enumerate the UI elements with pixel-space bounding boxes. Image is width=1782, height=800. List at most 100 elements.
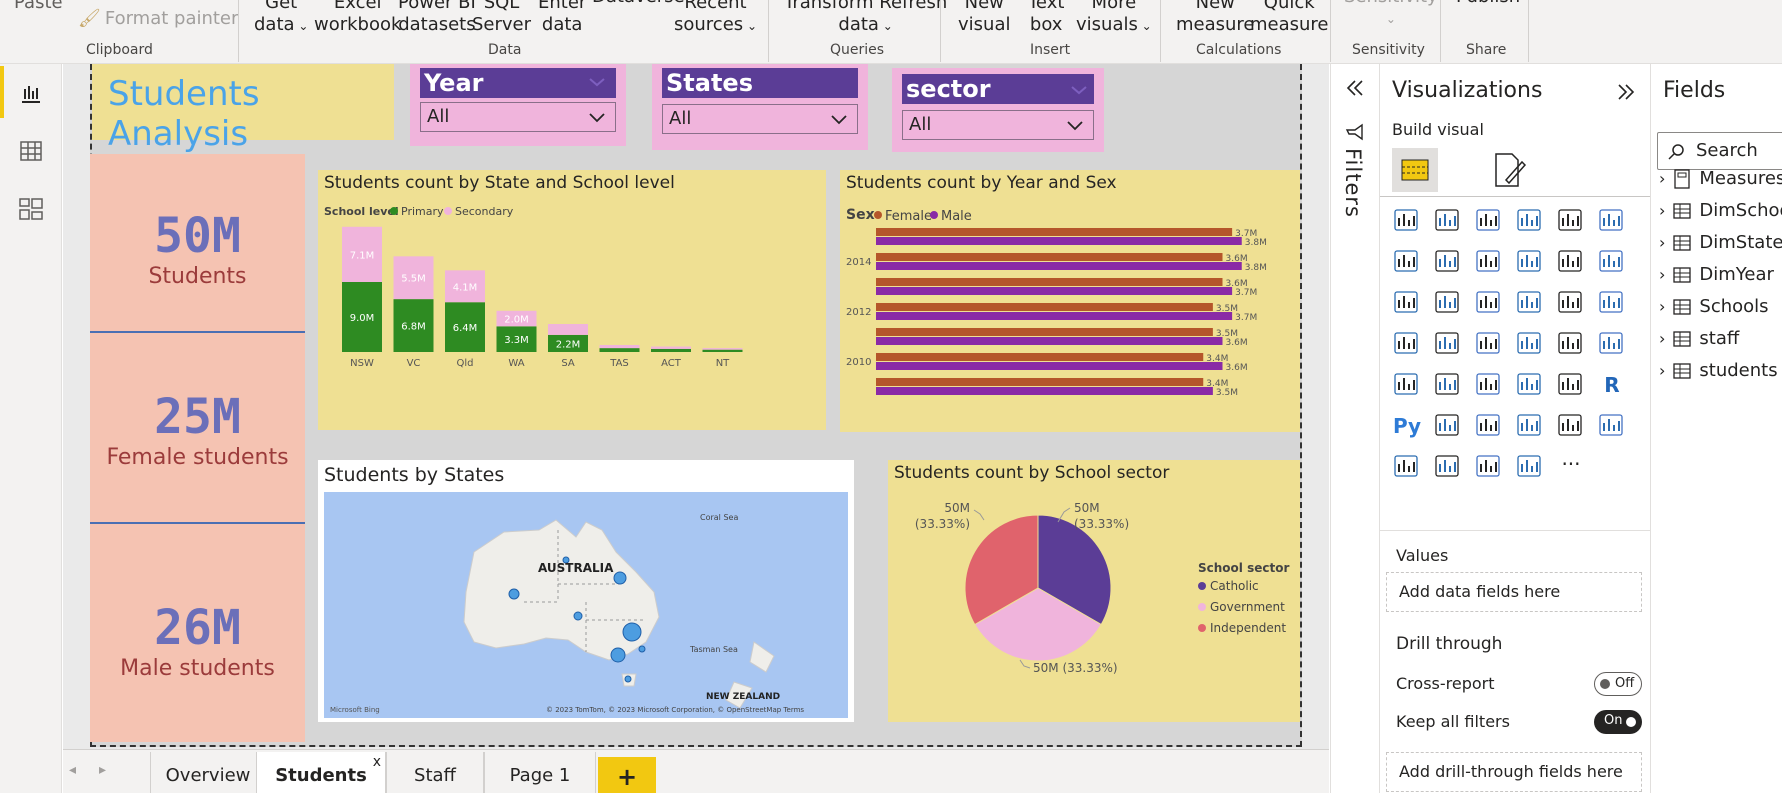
multi-row-card-icon[interactable] — [1392, 370, 1422, 400]
clustered-bar-icon[interactable] — [1474, 206, 1504, 236]
chevron-right-icon[interactable]: › — [1659, 329, 1665, 348]
clustered-column-icon[interactable] — [1515, 206, 1545, 236]
map-canvas[interactable]: AUSTRALIA NEW ZEALAND Coral Sea Tasman S… — [324, 492, 848, 718]
excel-workbook-button[interactable]: Excel workbook — [314, 0, 401, 36]
tab-page-1[interactable]: Page 1 — [484, 752, 596, 793]
shape-map-icon[interactable] — [1474, 329, 1504, 359]
r-visual-icon[interactable]: R — [1597, 370, 1627, 400]
kpi-icon[interactable] — [1433, 370, 1463, 400]
field-table-measures[interactable]: › Measures — [1659, 168, 1782, 189]
field-table-students[interactable]: › students — [1659, 360, 1778, 381]
chart-year-sex[interactable]: Students count by Year and Sex Sex Femal… — [840, 170, 1300, 432]
ribbon-chart-icon[interactable] — [1597, 247, 1627, 277]
kpi-card-female[interactable]: 25M Female students — [90, 333, 305, 522]
chevron-right-icon[interactable]: › — [1659, 169, 1665, 188]
gauge-icon[interactable] — [1556, 329, 1586, 359]
goals-icon[interactable] — [1597, 411, 1627, 441]
chevron-right-icon[interactable]: › — [1659, 297, 1665, 316]
slicer-icon[interactable] — [1474, 370, 1504, 400]
cross-report-toggle[interactable]: Off — [1594, 672, 1642, 696]
more-icon[interactable]: ··· — [1556, 452, 1586, 482]
enter-data-button[interactable]: Enter data — [538, 0, 586, 36]
line-column-icon[interactable] — [1515, 247, 1545, 277]
chevron-right-icon[interactable]: › — [1659, 201, 1665, 220]
fields-search-input[interactable]: Search — [1657, 132, 1782, 170]
power-bi-datasets-button[interactable]: Power BI datasets — [398, 0, 476, 36]
scatter-icon[interactable] — [1474, 288, 1504, 318]
more-visuals-button[interactable]: More visuals ⌄ — [1076, 0, 1152, 37]
slicer-year-dropdown[interactable]: All — [420, 102, 616, 132]
recent-sources-button[interactable]: Recent sources ⌄ — [674, 0, 757, 37]
format-visual-tab[interactable] — [1490, 150, 1530, 194]
stacked-bar-icon[interactable] — [1392, 206, 1422, 236]
pie-icon[interactable] — [1515, 288, 1545, 318]
field-table-staff[interactable]: › staff — [1659, 328, 1739, 349]
card-icon[interactable] — [1597, 329, 1627, 359]
power-automate-icon[interactable] — [1474, 452, 1504, 482]
line-chart-icon[interactable] — [1392, 247, 1422, 277]
values-drop-zone[interactable]: Add data fields here — [1386, 572, 1642, 612]
slicer-sector-dropdown[interactable]: All — [902, 110, 1094, 140]
funnel-icon[interactable] — [1433, 288, 1463, 318]
map-icon[interactable] — [1392, 329, 1422, 359]
report-view-button[interactable] — [0, 66, 62, 120]
chart-state-school-level[interactable]: Students count by State and School level… — [318, 170, 826, 430]
tab-overview[interactable]: Overview — [150, 752, 266, 793]
get-more-icon[interactable] — [1515, 452, 1545, 482]
field-table-schools[interactable]: › Schools — [1659, 296, 1769, 317]
field-table-dimyear[interactable]: › DimYear — [1659, 264, 1774, 285]
scroll-right-icon[interactable]: ▸ — [99, 762, 106, 778]
field-table-dimschools[interactable]: › DimSchools — [1659, 200, 1782, 221]
line-clustered-column-icon[interactable] — [1556, 247, 1586, 277]
decomposition-tree-icon[interactable] — [1474, 411, 1504, 441]
collapse-chevrons-icon[interactable] — [1616, 82, 1636, 102]
qa-icon[interactable] — [1515, 411, 1545, 441]
tab-staff[interactable]: Staff — [386, 752, 484, 793]
smart-narrative-icon[interactable] — [1556, 411, 1586, 441]
stacked-column-icon[interactable] — [1433, 206, 1463, 236]
expand-chevrons-icon[interactable] — [1345, 78, 1365, 98]
chevron-right-icon[interactable]: › — [1659, 233, 1665, 252]
azure-map-icon[interactable] — [1515, 329, 1545, 359]
keep-filters-toggle[interactable]: On — [1594, 710, 1642, 734]
model-view-button[interactable] — [0, 182, 62, 236]
drill-through-drop-zone[interactable]: Add drill-through fields here — [1386, 752, 1642, 792]
build-visual-tab[interactable] — [1392, 148, 1438, 192]
paginated-report-icon[interactable] — [1392, 452, 1422, 482]
slicer-year[interactable]: Year All — [410, 64, 626, 146]
add-page-button[interactable]: + — [598, 757, 656, 793]
chevron-right-icon[interactable]: › — [1659, 361, 1665, 380]
100-column-icon[interactable] — [1597, 206, 1627, 236]
kpi-card-students[interactable]: 50M Students — [90, 154, 305, 332]
get-data-button[interactable]: Get data ⌄ — [254, 0, 308, 37]
quick-measure-button[interactable]: Quick measure — [1250, 0, 1329, 36]
sql-server-button[interactable]: SQL Server — [472, 0, 531, 36]
treemap-icon[interactable] — [1597, 288, 1627, 318]
stacked-area-icon[interactable] — [1474, 247, 1504, 277]
filters-pane-collapsed[interactable]: Filters — [1330, 64, 1378, 793]
area-chart-icon[interactable] — [1433, 247, 1463, 277]
table-view-button[interactable] — [0, 124, 62, 178]
publish-button[interactable]: Publish — [1456, 0, 1520, 8]
slicer-states[interactable]: States All — [652, 64, 868, 150]
new-visual-button[interactable]: New visual — [958, 0, 1010, 36]
sensitivity-button[interactable]: Sensitivity⌄ — [1344, 0, 1438, 30]
new-measure-button[interactable]: New measure — [1176, 0, 1255, 36]
field-table-dimstates[interactable]: › DimStates — [1659, 232, 1782, 253]
close-icon[interactable]: x — [373, 738, 381, 786]
filled-map-icon[interactable] — [1433, 329, 1463, 359]
python-visual-icon[interactable]: Py — [1392, 411, 1422, 441]
slicer-states-dropdown[interactable]: All — [662, 104, 858, 134]
table-icon[interactable] — [1515, 370, 1545, 400]
100-bar-icon[interactable] — [1556, 206, 1586, 236]
key-influencers-icon[interactable] — [1433, 411, 1463, 441]
chart-school-sector[interactable]: Students count by School sector School s… — [888, 460, 1300, 722]
paste-button[interactable]: Paste — [14, 0, 63, 14]
slicer-sector[interactable]: sector All — [892, 68, 1104, 152]
scroll-left-icon[interactable]: ◂ — [69, 762, 76, 778]
text-box-button[interactable]: Text box — [1028, 0, 1064, 36]
kpi-card-male[interactable]: 26M Male students — [90, 524, 305, 742]
tab-students[interactable]: Students x — [256, 752, 386, 793]
waterfall-icon[interactable] — [1392, 288, 1422, 318]
transform-data-button[interactable]: Transform Refresh data ⌄ — [784, 0, 947, 37]
